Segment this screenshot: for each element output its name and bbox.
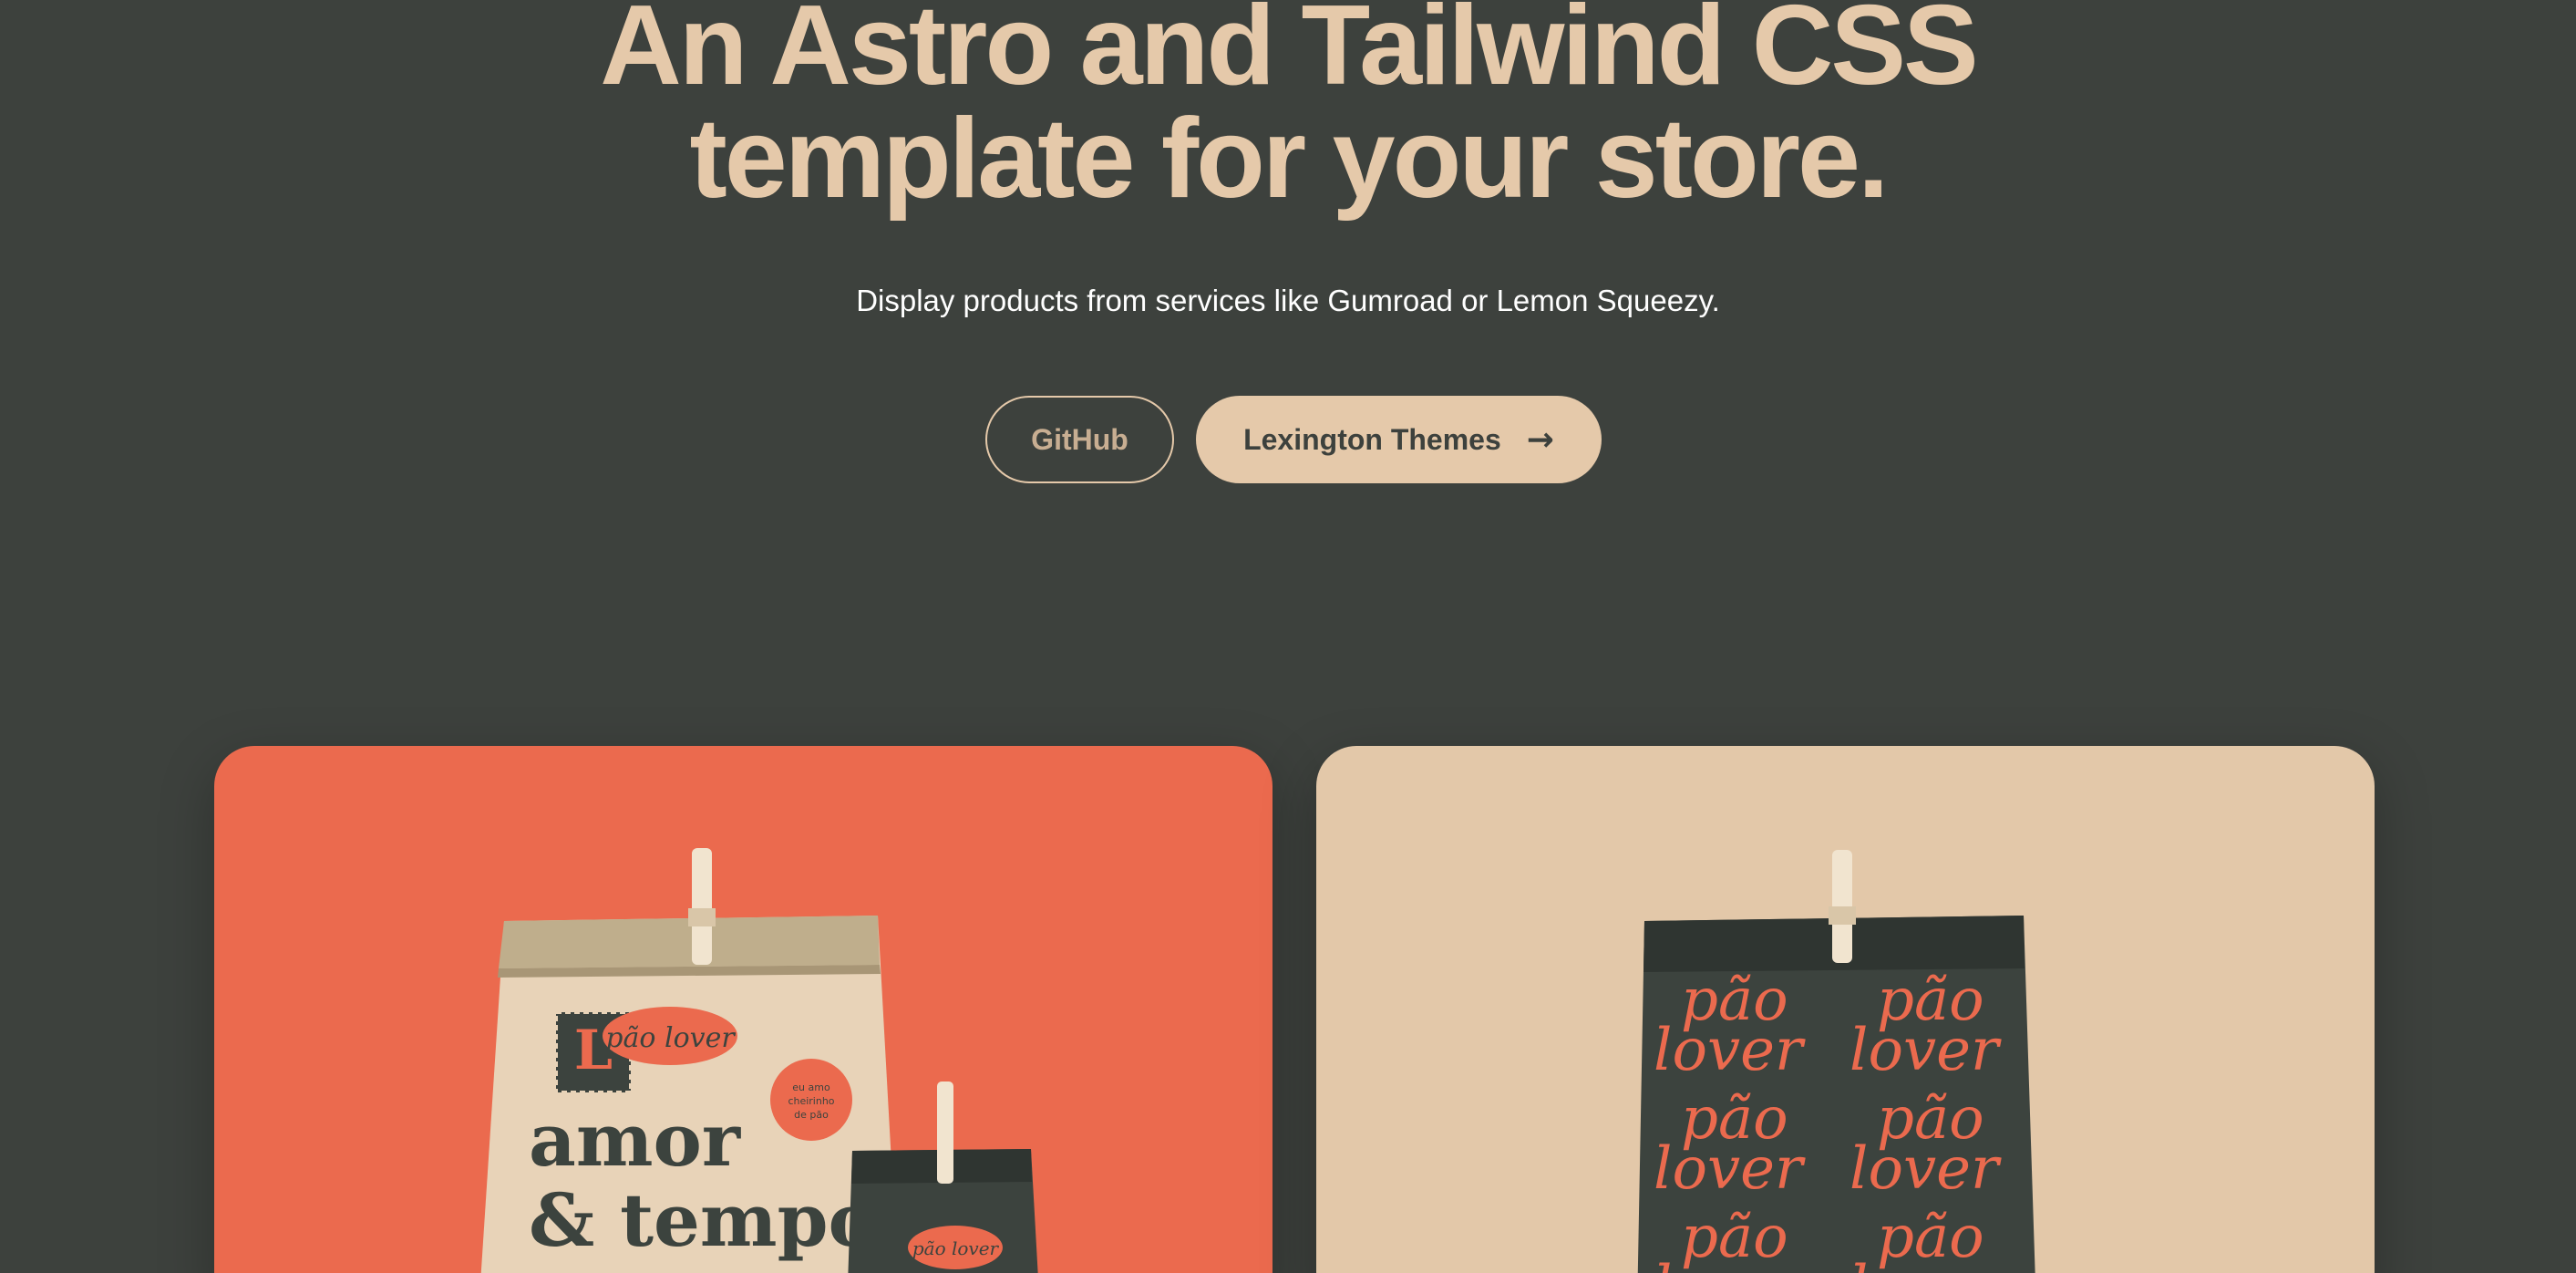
svg-text:lover: lover (1654, 1135, 1806, 1203)
hero-title-line-1: An Astro and Tailwind CSS (600, 0, 1979, 109)
github-button[interactable]: GitHub (985, 396, 1174, 483)
github-button-label: GitHub (1031, 422, 1128, 456)
hero-title: An Astro and Tailwind CSS template for y… (0, 0, 2576, 215)
product-card-2[interactable]: pão lover pão lover pão lover pão lover … (1316, 746, 2375, 1273)
hero-title-line-2: template for your store. (689, 96, 1890, 222)
small-bag-logo-text: pão lover (912, 1237, 1000, 1259)
svg-text:de pão: de pão (794, 1109, 829, 1121)
lexington-themes-button-label: Lexington Themes (1243, 422, 1501, 456)
bag-headline-line-1: amor (529, 1097, 741, 1183)
bag-headline-line-2: & tempo (529, 1177, 877, 1263)
kraft-paper-bag-image: L pão lover eu amo cheirinho de pão amor… (480, 848, 1038, 1273)
patterned-dark-bag-image: pão lover pão lover pão lover pão lover … (1637, 850, 2035, 1273)
brand-logo-text: pão lover (605, 1022, 736, 1054)
svg-text:lover: lover (1654, 1254, 1806, 1273)
svg-text:eu amo: eu amo (792, 1082, 830, 1093)
svg-text:cheirinho: cheirinho (788, 1095, 834, 1107)
lexington-themes-button[interactable]: Lexington Themes → (1196, 396, 1602, 483)
svg-text:lover: lover (1850, 1135, 2002, 1203)
svg-text:lover: lover (1850, 1017, 2002, 1084)
svg-text:lover: lover (1654, 1017, 1806, 1084)
arrow-right-icon: → (1526, 420, 1554, 459)
product-card-1[interactable]: L pão lover eu amo cheirinho de pão amor… (214, 746, 1273, 1273)
svg-text:lover: lover (1850, 1254, 2002, 1273)
hero-subtitle: Display products from services like Gumr… (856, 284, 1720, 317)
